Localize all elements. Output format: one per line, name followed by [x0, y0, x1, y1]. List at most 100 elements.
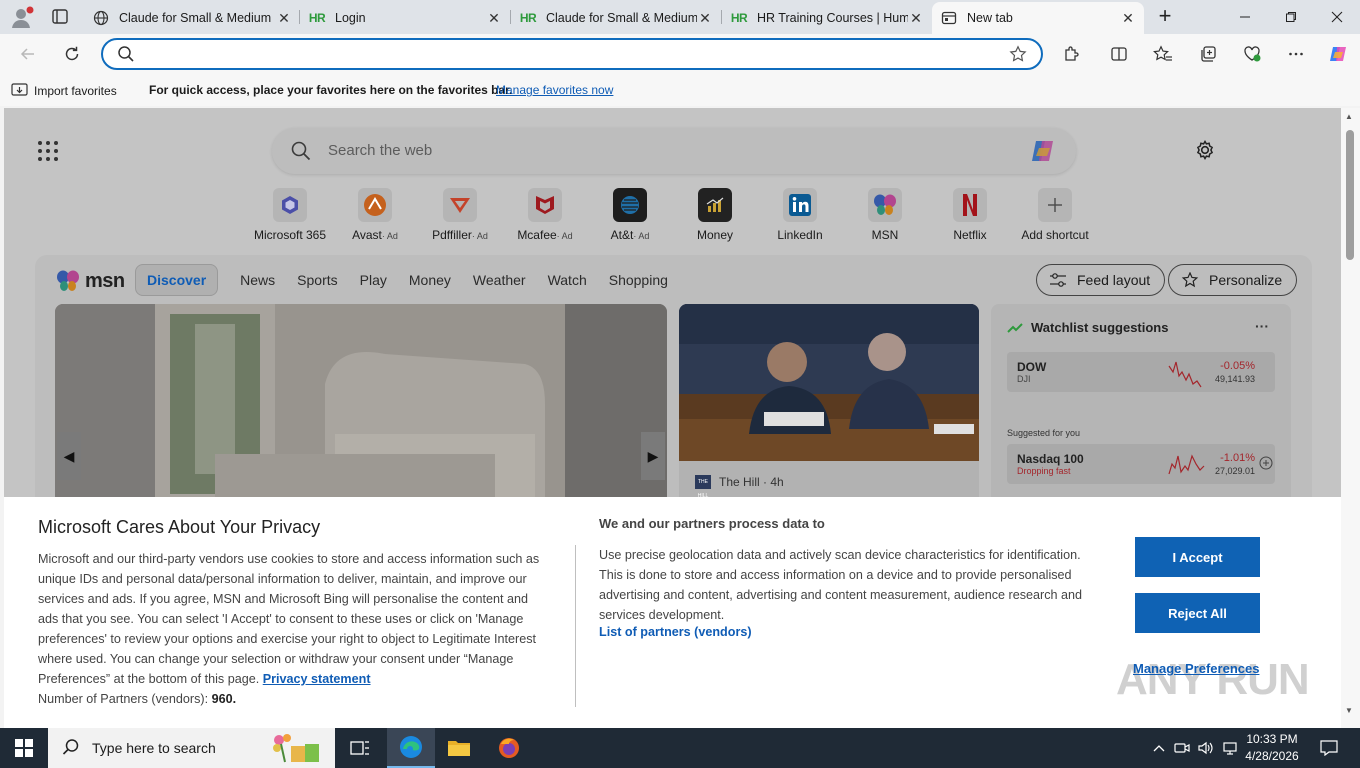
- feed-layout-label: Feed layout: [1077, 272, 1151, 288]
- carousel-next-icon[interactable]: ▶: [641, 432, 665, 480]
- shortcuts-row: Microsoft 365 Avast· Ad Pdffiller· Ad Mc…: [247, 188, 1107, 248]
- refresh-icon[interactable]: [58, 40, 86, 68]
- address-input[interactable]: [141, 44, 1001, 64]
- tray-overflow-chevron-icon[interactable]: [1150, 728, 1168, 768]
- tab-close-icon[interactable]: ✕: [1120, 10, 1136, 27]
- favorite-star-icon[interactable]: [1009, 45, 1027, 66]
- shortcut-label: Netflix: [953, 228, 987, 242]
- msn-logo[interactable]: msn: [55, 269, 125, 293]
- volume-icon[interactable]: [1196, 728, 1216, 768]
- page-scrollbar[interactable]: ▲ ▼: [1341, 108, 1360, 728]
- more-options-icon[interactable]: ···: [1255, 318, 1269, 334]
- edge-taskbar-icon[interactable]: [387, 728, 435, 768]
- restore-icon[interactable]: [1268, 0, 1314, 34]
- firefox-icon[interactable]: [485, 728, 533, 768]
- hero-carousel[interactable]: ◀ ▶: [55, 304, 667, 504]
- feed-tab-play[interactable]: Play: [360, 272, 387, 288]
- tab-hr-training[interactable]: HR HR Training Courses | Huma ✕: [722, 2, 932, 34]
- feed-layout-button[interactable]: Feed layout: [1036, 264, 1166, 296]
- news-card[interactable]: THE HILL The Hill · 4h: [679, 304, 979, 504]
- scroll-up-icon[interactable]: ▲: [1345, 112, 1353, 121]
- tab-new-tab[interactable]: New tab ✕: [932, 2, 1144, 34]
- feed-tab-shopping[interactable]: Shopping: [609, 272, 668, 288]
- feed-tab-discover[interactable]: Discover: [135, 264, 219, 296]
- tab-claude-2[interactable]: HR Claude for Small & Medium ✕: [511, 2, 721, 34]
- stock-change: -0.05%: [1220, 360, 1255, 372]
- file-explorer-icon[interactable]: [435, 728, 483, 768]
- reject-all-button[interactable]: Reject All: [1135, 593, 1260, 633]
- address-bar[interactable]: [101, 38, 1043, 70]
- settings-gear-icon[interactable]: [1194, 139, 1216, 164]
- feed-tab-sports[interactable]: Sports: [297, 272, 337, 288]
- shortcut-att[interactable]: At&t· Ad: [590, 188, 670, 242]
- meet-now-icon[interactable]: [1172, 728, 1192, 768]
- extensions-icon[interactable]: [1057, 40, 1085, 68]
- shortcut-linkedin[interactable]: LinkedIn: [760, 188, 840, 242]
- list-of-partners-link[interactable]: List of partners (vendors): [599, 625, 752, 639]
- shortcut-label: Avast: [352, 228, 382, 242]
- manage-preferences-link[interactable]: Manage Preferences: [1133, 661, 1259, 676]
- stock-price: 49,141.93: [1214, 374, 1255, 384]
- favorites-icon[interactable]: [1149, 40, 1177, 68]
- minimize-icon[interactable]: [1222, 0, 1268, 34]
- carousel-prev-icon[interactable]: ◀: [57, 432, 81, 480]
- shortcut-avast[interactable]: Avast· Ad: [335, 188, 415, 242]
- news-image: [679, 304, 979, 461]
- taskbar-clock[interactable]: 10:33 PM 4/28/2026: [1240, 731, 1304, 765]
- shortcut-microsoft-365[interactable]: Microsoft 365: [250, 188, 330, 242]
- shortcut-label: Microsoft 365: [253, 228, 327, 242]
- hr-logo-icon: HR: [519, 11, 537, 25]
- tab-close-icon[interactable]: ✕: [276, 10, 292, 27]
- app-launcher-icon[interactable]: [38, 141, 58, 161]
- scrollbar-thumb[interactable]: [1346, 130, 1354, 260]
- feed-tab-watch[interactable]: Watch: [548, 272, 587, 288]
- add-to-watchlist-icon[interactable]: [1259, 456, 1273, 473]
- att-icon: [613, 188, 647, 222]
- profile-avatar-icon[interactable]: [8, 4, 36, 30]
- dialog-divider: [575, 545, 576, 707]
- copilot-icon[interactable]: [1028, 137, 1058, 165]
- notifications-icon[interactable]: [1312, 728, 1346, 768]
- feed-tab-money[interactable]: Money: [409, 272, 451, 288]
- browser-essentials-icon[interactable]: [1238, 40, 1266, 68]
- shortcut-mcafee[interactable]: Mcafee· Ad: [505, 188, 585, 242]
- feed-tab-news[interactable]: News: [240, 272, 275, 288]
- new-tab-plus-icon[interactable]: +: [1153, 5, 1177, 28]
- tab-close-icon[interactable]: ✕: [486, 10, 502, 27]
- shortcut-msn[interactable]: MSN: [845, 188, 925, 242]
- tab-actions-icon[interactable]: [46, 6, 74, 28]
- tab-login[interactable]: HR Login ✕: [300, 2, 510, 34]
- scroll-down-icon[interactable]: ▼: [1345, 706, 1353, 715]
- split-screen-icon[interactable]: [1105, 40, 1133, 68]
- task-view-icon[interactable]: [336, 728, 384, 768]
- shortcut-money[interactable]: Money: [675, 188, 755, 242]
- network-icon[interactable]: [1220, 728, 1240, 768]
- search-icon: [117, 45, 135, 66]
- taskbar-search-box[interactable]: Type here to search: [48, 728, 335, 768]
- manage-favorites-link[interactable]: Manage favorites now: [496, 83, 613, 97]
- import-favorites-button[interactable]: Import favorites: [11, 82, 117, 100]
- ad-badge: · Ad: [633, 231, 650, 241]
- tab-close-icon[interactable]: ✕: [908, 10, 924, 27]
- windows-start-icon[interactable]: [0, 728, 48, 768]
- accept-button[interactable]: I Accept: [1135, 537, 1260, 577]
- personalize-button[interactable]: Personalize: [1168, 264, 1298, 296]
- feed-tab-weather[interactable]: Weather: [473, 272, 526, 288]
- stock-row-dow[interactable]: DOW DJI -0.05% 49,141.93: [1007, 352, 1275, 392]
- tab-close-icon[interactable]: ✕: [697, 10, 713, 27]
- shortcut-netflix[interactable]: Netflix: [930, 188, 1010, 242]
- back-arrow-icon[interactable]: [14, 40, 42, 68]
- close-window-icon[interactable]: [1314, 0, 1360, 34]
- web-search-box[interactable]: Search the web: [272, 128, 1076, 174]
- tab-claude-1[interactable]: Claude for Small & Medium ✕: [84, 2, 300, 34]
- privacy-statement-link[interactable]: Privacy statement: [263, 672, 371, 686]
- tab-strip: Claude for Small & Medium ✕ HR Login ✕ H…: [0, 0, 1360, 34]
- collections-icon[interactable]: [1194, 40, 1222, 68]
- shortcut-pdffiller[interactable]: Pdffiller· Ad: [420, 188, 500, 242]
- trend-up-icon: [1007, 322, 1023, 333]
- add-shortcut-button[interactable]: Add shortcut: [1015, 188, 1095, 242]
- pdffiller-icon: [443, 188, 477, 222]
- copilot-icon[interactable]: [1324, 40, 1352, 68]
- more-menu-icon[interactable]: [1282, 40, 1310, 68]
- stock-row-nasdaq[interactable]: Nasdaq 100 Dropping fast -1.01% 27,029.0…: [1007, 444, 1275, 484]
